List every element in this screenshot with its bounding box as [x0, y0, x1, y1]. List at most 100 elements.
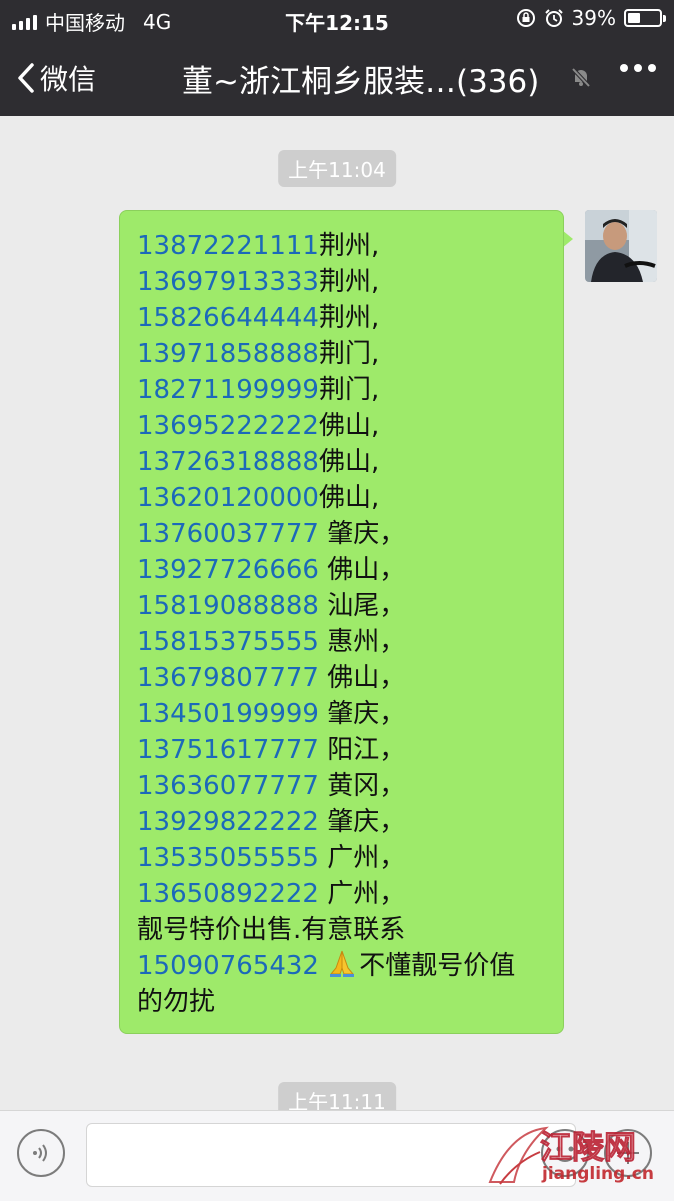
city-label: 荆门, [318, 375, 380, 405]
city-label: 荆门, [318, 339, 380, 369]
message-line: 13971858888荆门, [137, 336, 553, 372]
phone-number-link[interactable]: 13695222222 [137, 411, 319, 441]
phone-number-link[interactable]: 13726318888 [137, 447, 319, 477]
message-line: 13751617777 阳江， [137, 732, 553, 768]
phone-number-link[interactable]: 13697913333 [137, 267, 319, 297]
message-contact-line: 15090765432 不懂靓号价值 [137, 948, 553, 984]
message-line: 13872221111荆州, [137, 228, 553, 264]
line-separator [319, 663, 327, 693]
mute-icon [571, 67, 591, 88]
message-line: 13760037777 肇庆， [137, 516, 553, 552]
watermark-url: jiangling.cn [542, 1164, 654, 1184]
voice-icon [33, 1144, 47, 1162]
avatar[interactable] [585, 210, 657, 282]
phone-number-link[interactable]: 13679807777 [137, 663, 319, 693]
back-chevron-icon [18, 63, 34, 93]
watermark-name: 江陵网 [539, 1128, 637, 1167]
city-label: 佛山, [318, 483, 380, 513]
lock-rotation-icon [516, 9, 535, 27]
phone-number-link[interactable]: 13450199999 [137, 699, 319, 729]
message-line: 13535055555 广州， [137, 840, 553, 876]
line-separator [319, 807, 327, 837]
message-lines: 13872221111荆州, 13697913333荆州, 15826644444荆… [137, 228, 553, 912]
phone-number-link[interactable]: 13620120000 [137, 483, 319, 513]
pray-emoji-icon [330, 950, 355, 977]
phone-number-link[interactable]: 13650892222 [137, 879, 319, 909]
back-label: 微信 [40, 63, 97, 96]
chat-title[interactable]: 董~浙江桐乡服装…(336) [182, 56, 539, 101]
more-icon[interactable] [620, 64, 656, 72]
contact-sep [319, 951, 327, 981]
back-button[interactable]: 微信 [16, 58, 96, 98]
city-label: 荆州, [318, 267, 380, 297]
phone-number-link[interactable]: 13872221111 [137, 231, 319, 261]
message-line: 15819088888 汕尾， [137, 588, 553, 624]
message-line: 15815375555 惠州， [137, 624, 553, 660]
line-separator [319, 591, 327, 621]
city-label: 广州， [327, 879, 406, 909]
sale-text: 靓号特价出售.有意联系 [137, 915, 406, 945]
line-separator [319, 735, 327, 765]
battery-percent: 39% [571, 6, 616, 30]
contact-phone-link[interactable]: 15090765432 [137, 951, 319, 981]
line-separator [319, 627, 327, 657]
chat-header: 微信 董~浙江桐乡服装…(336) [0, 38, 674, 116]
message-line: 13927726666 佛山， [137, 552, 553, 588]
message-line: 13695222222佛山, [137, 408, 553, 444]
city-label: 广州， [327, 843, 406, 873]
line-separator [319, 771, 327, 801]
line-separator [319, 843, 327, 873]
city-label: 肇庆， [327, 699, 406, 729]
battery-level [628, 13, 640, 23]
closing-text: 的勿扰 [137, 987, 216, 1017]
site-watermark: 江陵网 jiangling.cn [480, 1122, 670, 1196]
city-label: 荆州, [318, 231, 380, 261]
message-line: 13636077777 黄冈， [137, 768, 553, 804]
city-label: 肇庆， [327, 807, 406, 837]
city-label: 荆州, [318, 303, 380, 333]
message-line: 13679807777 佛山， [137, 660, 553, 696]
city-label: 汕尾， [327, 591, 406, 621]
city-label: 惠州， [327, 627, 406, 657]
phone-number-link[interactable]: 15826644444 [137, 303, 319, 333]
line-separator [319, 699, 327, 729]
city-label: 佛山， [327, 663, 406, 693]
phone-number-link[interactable]: 18271199999 [137, 375, 319, 405]
message-line: 13929822222 肇庆， [137, 804, 553, 840]
phone-number-link[interactable]: 13751617777 [137, 735, 319, 765]
message-line: 13620120000佛山, [137, 480, 553, 516]
message-line: 13650892222 广州， [137, 876, 553, 912]
avatar-photo [585, 210, 657, 282]
message-line: 13726318888佛山, [137, 444, 553, 480]
line-separator [319, 555, 327, 585]
message-line: 13450199999 肇庆， [137, 696, 553, 732]
city-label: 肇庆， [327, 519, 406, 549]
voice-button[interactable] [17, 1129, 65, 1177]
status-right: 39% [516, 6, 666, 30]
message-sale-line: 靓号特价出售.有意联系 [137, 912, 553, 948]
battery-icon [624, 9, 666, 27]
phone-number-link[interactable]: 15815375555 [137, 627, 319, 657]
message-bubble[interactable]: 13872221111荆州, 13697913333荆州, 15826644444荆… [119, 210, 564, 1034]
phone-number-link[interactable]: 13535055555 [137, 843, 319, 873]
phone-number-link[interactable]: 13927726666 [137, 555, 319, 585]
alarm-icon [544, 9, 563, 27]
phone-number-link[interactable]: 13971858888 [137, 339, 319, 369]
timestamp-chip: 上午11:04 [278, 150, 396, 187]
city-label: 阳江， [327, 735, 406, 765]
message-closing-line: 的勿扰 [137, 984, 553, 1020]
phone-number-link[interactable]: 13760037777 [137, 519, 319, 549]
city-label: 佛山, [318, 411, 380, 441]
status-bar: 中国移动 4G 下午12:15 39% [0, 0, 674, 38]
phone-number-link[interactable]: 13636077777 [137, 771, 319, 801]
message-line: 13697913333荆州, [137, 264, 553, 300]
line-separator [319, 519, 327, 549]
city-label: 佛山, [318, 447, 380, 477]
message-line: 18271199999荆门, [137, 372, 553, 408]
city-label: 黄冈， [327, 771, 406, 801]
message-line: 15826644444荆州, [137, 300, 553, 336]
contact-text: 不懂靓号价值 [359, 951, 516, 981]
phone-number-link[interactable]: 15819088888 [137, 591, 319, 621]
city-label: 佛山， [327, 555, 406, 585]
phone-number-link[interactable]: 13929822222 [137, 807, 319, 837]
